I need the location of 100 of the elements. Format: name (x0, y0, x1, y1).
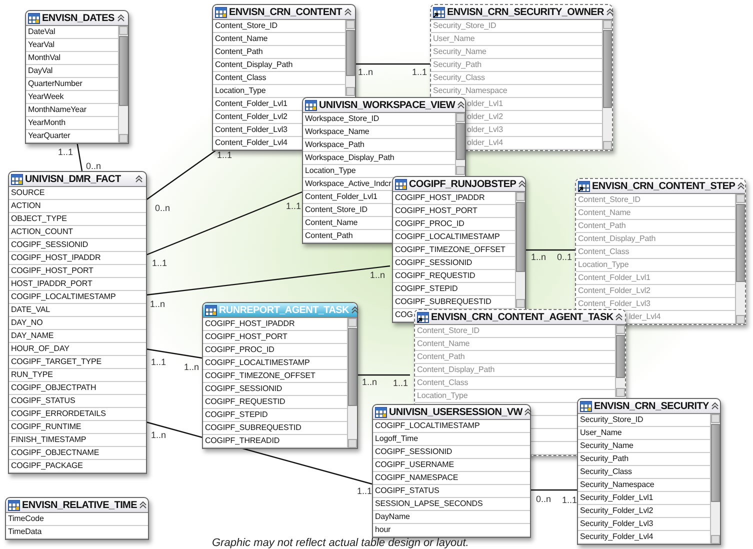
column-name[interactable]: Content_Path (215, 47, 263, 56)
column-name[interactable]: COGIPF_PROC_ID (395, 219, 464, 228)
table-title-bar[interactable]: UNIVISN_WORKSPACE_VIEW (303, 98, 465, 113)
column-name[interactable]: Content_Name (305, 218, 358, 227)
column-name[interactable]: COGIPF_LOCALTIMESTAMP (11, 292, 116, 301)
column-name[interactable]: COGIPF_TIMEZONE_OFFSET (395, 245, 506, 254)
column-name[interactable]: Content_Store_ID (305, 205, 368, 214)
table-title-bar[interactable]: ENVISN_CRN_CONTENT (213, 5, 355, 20)
column-name[interactable]: Security_Store_ID (580, 415, 644, 424)
column-name[interactable]: COGIPF_PROC_ID (205, 345, 274, 354)
column-name[interactable]: Security_Folder_Lvl4 (580, 532, 654, 541)
column-name[interactable]: Security_Namespace (433, 86, 508, 95)
column-name[interactable]: Workspace_Active_Indcr (305, 179, 392, 188)
column-name[interactable]: Security_Folder_Lvl3 (580, 519, 654, 528)
column-name[interactable]: Security_Path (433, 60, 482, 69)
column-name[interactable]: Security_Namespace (580, 480, 654, 489)
column-name[interactable]: Workspace_Display_Path (305, 153, 394, 162)
column-name[interactable]: COGIPF_SESSIONID (205, 384, 282, 393)
column-name[interactable]: Security_Name (433, 47, 486, 56)
column-name[interactable]: Content_Folder_Lvl2 (578, 286, 650, 295)
column-name[interactable]: Workspace_Name (305, 127, 370, 136)
column-name[interactable]: COGIPF_RUNTIME (11, 422, 82, 431)
table-title-bar[interactable]: ENVISN_CRN_CONTENT_AGENT_TASK (415, 310, 625, 325)
column-name[interactable]: ACTION_COUNT (11, 227, 73, 236)
column-name[interactable]: COGIPF_HOST_PORT (205, 332, 288, 341)
column-name[interactable]: Content_Path (417, 352, 465, 361)
column-name[interactable]: Content_Folder_Lvl3 (215, 125, 288, 134)
collapse-icon[interactable] (524, 408, 532, 416)
collapse-icon[interactable] (117, 14, 125, 22)
collapse-icon[interactable] (710, 402, 719, 410)
column-name[interactable]: MonthVal (28, 53, 60, 62)
table-title-bar[interactable]: COGIPF_RUNJOBSTEP (393, 177, 525, 192)
column-name[interactable]: DateVal (28, 27, 56, 36)
column-name[interactable]: User_Name (580, 428, 622, 437)
column-name[interactable]: YearWeek (28, 92, 64, 101)
column-name[interactable]: Content_Folder_Lvl1 (215, 99, 288, 108)
column-name[interactable]: COGIPF_STATUS (11, 396, 76, 405)
column-name[interactable]: Location_Type (578, 260, 629, 269)
column-name[interactable]: Content_Name (215, 34, 268, 43)
column-name[interactable]: lder_Lvl4 (629, 312, 661, 321)
column-name[interactable]: COGIPF_STATUS (375, 486, 440, 495)
column-name[interactable]: Security_Name (580, 441, 634, 450)
column-name[interactable]: COGIPF_TIMEZONE_OFFSET (205, 371, 316, 380)
column-name[interactable]: SOURCE (11, 188, 45, 197)
column-name[interactable]: COGIPF_SESSIONID (395, 258, 472, 267)
column-name[interactable]: COG (395, 310, 413, 319)
column-name[interactable]: MonthNameYear (28, 105, 86, 114)
column-name[interactable]: Location_Type (417, 391, 468, 400)
column-name[interactable]: COGIPF_USERNAME (375, 460, 454, 469)
column-name[interactable]: COGIPF_STEPID (205, 410, 268, 419)
collapse-icon[interactable] (344, 8, 352, 16)
column-name[interactable]: Workspace_Store_ID (305, 114, 380, 123)
column-name[interactable]: COGIPF_HOST_PORT (395, 206, 478, 215)
table-title-bar[interactable]: UNIVISN_DMR_FACT (9, 172, 146, 187)
column-name[interactable]: COGIPF_SUBREQUESTID (205, 423, 302, 432)
column-name[interactable]: OBJECT_TYPE (11, 214, 67, 223)
column-name[interactable]: COGIPF_HOST_IPADDR (11, 253, 101, 262)
column-name[interactable]: TimeData (8, 527, 42, 536)
column-name[interactable]: Content_Class (417, 378, 468, 387)
column-name[interactable]: FINISH_TIMESTAMP (11, 435, 86, 444)
column-name[interactable]: Security_Class (433, 73, 485, 82)
column-name[interactable]: YearMonth (28, 118, 66, 127)
table-title-bar[interactable]: ENVISN_CRN_CONTENT_STEP (576, 179, 745, 194)
table-title-bar[interactable]: ENVISN_DATES (26, 11, 128, 26)
column-name[interactable]: COGIPF_ERRORDETAILS (11, 409, 106, 418)
column-name[interactable]: YearVal (28, 40, 54, 49)
column-name[interactable]: Security_Class (580, 467, 632, 476)
column-name[interactable]: Content_Display_Path (215, 60, 293, 69)
scrollbar[interactable] (735, 194, 745, 324)
column-name[interactable]: COGIPF_REQUESTID (395, 271, 476, 280)
collapse-icon[interactable] (350, 306, 359, 314)
column-name[interactable]: DayVal (28, 66, 53, 75)
collapse-icon[interactable] (606, 8, 614, 16)
scrollbar[interactable] (515, 192, 525, 308)
column-name[interactable]: TimeCode (8, 514, 44, 523)
column-name[interactable]: Content_Folder_Lvl3 (578, 299, 650, 308)
column-name[interactable]: COGIPF_SUBREQUESTID (395, 297, 492, 306)
column-name[interactable]: Content_Folder_Lvl1 (578, 273, 650, 282)
column-name[interactable]: Location_Type (215, 86, 266, 95)
column-name[interactable]: ACTION (11, 201, 41, 210)
column-name[interactable]: HOST_IPADDR_PORT (11, 279, 92, 288)
table-title-bar[interactable]: ENVISN_CRN_SECURITY (578, 399, 720, 414)
column-name[interactable]: Content_Name (417, 339, 470, 348)
column-name[interactable]: Content_Folder_Lvl4 (215, 138, 288, 147)
column-name[interactable]: COGIPF_OBJECTPATH (11, 383, 96, 392)
column-name[interactable]: Location_Type (305, 166, 356, 175)
column-name[interactable]: Security_Store_ID (433, 21, 496, 30)
collapse-icon[interactable] (615, 313, 624, 321)
column-name[interactable]: hour (375, 525, 391, 534)
column-name[interactable]: Content_Folder_Lvl1 (305, 192, 378, 201)
column-name[interactable]: COGIPF_HOST_IPADDR (205, 319, 295, 328)
column-name[interactable]: older_Lvl2 (467, 112, 503, 121)
column-name[interactable]: COGIPF_SESSIONID (375, 447, 452, 456)
column-name[interactable]: HOUR_OF_DAY (11, 344, 70, 353)
column-name[interactable]: Security_Folder_Lvl2 (580, 506, 654, 515)
column-name[interactable]: Content_Store_ID (417, 326, 480, 335)
column-name[interactable]: DATE_VAL (11, 305, 50, 314)
scrollbar[interactable] (602, 20, 612, 150)
column-name[interactable]: Content_Display_Path (578, 234, 656, 243)
column-name[interactable]: Content_Class (578, 247, 630, 256)
